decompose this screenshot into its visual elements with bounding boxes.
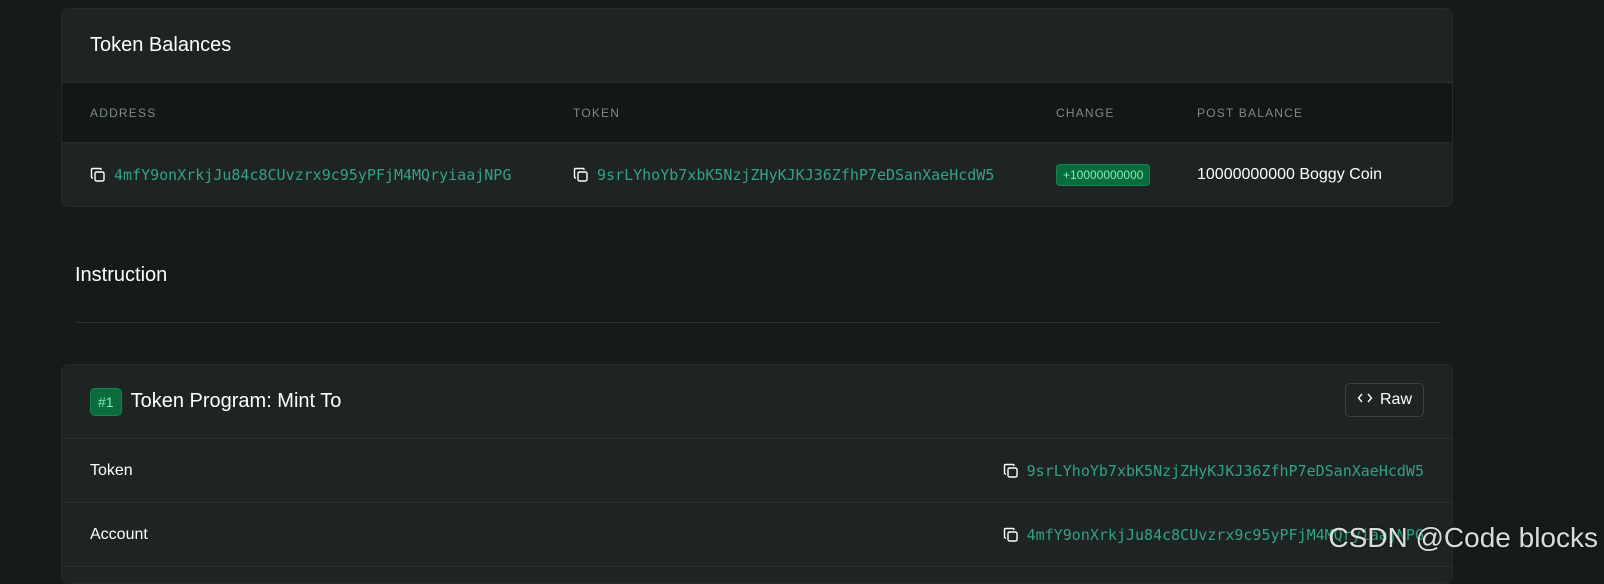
change-cell: +10000000000	[1056, 143, 1151, 206]
token-balances-header: Token Balances	[62, 9, 1452, 83]
code-icon	[1357, 391, 1373, 409]
address-link[interactable]: 4mfY9onXrkjJu84c8CUvzrx9c95yPFjM4MQryiaa…	[114, 166, 511, 184]
instruction-field-token: Token 9srLYhoYb7xbK5NzjZHyKJKJ36ZfhP7eDS…	[62, 439, 1452, 503]
column-header-token: TOKEN	[573, 106, 621, 120]
watermark: CSDN @Code blocks	[1328, 522, 1598, 553]
field-label-account: Account	[90, 526, 148, 543]
instruction-header: #1 Token Program: Mint To Raw	[62, 365, 1452, 439]
token-cell: 9srLYhoYb7xbK5NzjZHyKJKJ36ZfhP7eDSanXaeH…	[573, 143, 994, 206]
instruction-number-badge: #1	[90, 387, 122, 416]
change-badge: +10000000000	[1056, 164, 1151, 186]
table-row: 4mfY9onXrkjJu84c8CUvzrx9c95yPFjM4MQryiaa…	[62, 143, 1452, 206]
token-link[interactable]: 9srLYhoYb7xbK5NzjZHyKJKJ36ZfhP7eDSanXaeH…	[597, 166, 994, 184]
field-value-token: 9srLYhoYb7xbK5NzjZHyKJKJ36ZfhP7eDSanXaeH…	[1003, 439, 1424, 503]
section-divider	[75, 322, 1441, 323]
instruction-card: #1 Token Program: Mint To Raw Token 9srL…	[61, 364, 1453, 584]
instruction-section-title: Instruction	[75, 264, 168, 286]
column-header-change: CHANGE	[1056, 106, 1115, 120]
copy-icon[interactable]	[573, 167, 589, 183]
column-header-post-balance: POST BALANCE	[1197, 106, 1304, 120]
token-address-link[interactable]: 9srLYhoYb7xbK5NzjZHyKJKJ36ZfhP7eDSanXaeH…	[1027, 462, 1424, 480]
post-balance-value: 10000000000 Boggy Coin	[1197, 166, 1383, 183]
token-balances-title: Token Balances	[90, 34, 232, 56]
address-cell: 4mfY9onXrkjJu84c8CUvzrx9c95yPFjM4MQryiaa…	[90, 143, 511, 206]
field-label-token: Token	[90, 462, 133, 479]
table-header: ADDRESS TOKEN CHANGE POST BALANCE	[62, 83, 1452, 143]
instruction-field-account: Account 4mfY9onXrkjJu84c8CUvzrx9c95yPFjM…	[62, 503, 1452, 567]
column-header-address: ADDRESS	[90, 106, 157, 120]
raw-button-label: Raw	[1379, 391, 1412, 408]
raw-button[interactable]: Raw	[1344, 383, 1424, 417]
instruction-title: Token Program: Mint To	[130, 390, 342, 412]
copy-icon[interactable]	[1003, 527, 1019, 543]
copy-icon[interactable]	[1003, 463, 1019, 479]
token-balances-card: Token Balances ADDRESS TOKEN CHANGE POST…	[61, 8, 1453, 207]
post-balance-cell: 10000000000 Boggy Coin	[1197, 143, 1383, 206]
copy-icon[interactable]	[90, 167, 106, 183]
